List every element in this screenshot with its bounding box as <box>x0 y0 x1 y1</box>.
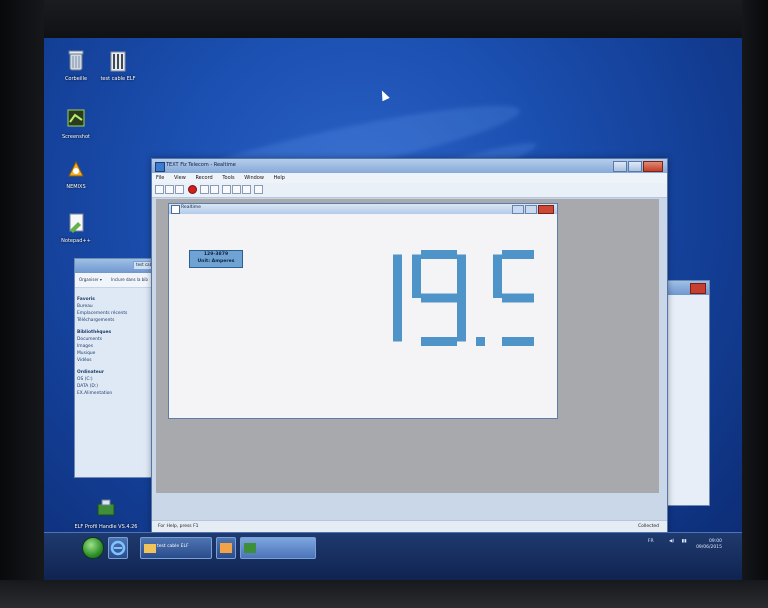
app-icon <box>244 543 256 553</box>
desktop-icon-notepad[interactable]: Notepad++ <box>44 210 108 244</box>
menu-file[interactable]: File <box>156 175 164 181</box>
taskbar-active-app-button[interactable] <box>240 537 316 559</box>
desktop-screen: Corbeille test cable ELF Screenshot NEMI… <box>44 38 742 580</box>
menu-help[interactable]: Help <box>274 175 285 181</box>
window-controls <box>613 161 663 172</box>
app-titlebar[interactable]: TEXT Fiz Telecom - Realtime <box>152 159 667 173</box>
digit-segment-b <box>393 254 402 298</box>
desktop-icon-test-cable-folder[interactable]: test cable ELF <box>86 48 150 82</box>
taskbar-ie-button[interactable] <box>108 537 128 559</box>
clock[interactable]: 09:00 09/06/2015 <box>696 539 722 551</box>
maximize-button[interactable] <box>525 205 537 214</box>
internet-explorer-icon <box>110 540 126 556</box>
digit-segment-g <box>421 293 457 303</box>
window-icon <box>171 205 180 214</box>
monitor-bezel-left <box>0 0 44 608</box>
minimize-button[interactable] <box>512 205 524 214</box>
app-icon <box>64 156 88 182</box>
new-file-icon[interactable] <box>155 185 164 194</box>
digit-segment-a <box>502 250 534 259</box>
realtime-titlebar[interactable]: Realtime <box>169 204 557 214</box>
digit-segment-a <box>421 250 457 259</box>
app-icon <box>94 496 118 522</box>
start-button[interactable] <box>82 537 104 559</box>
taskbar-app-button[interactable] <box>216 537 236 559</box>
channel-3-icon[interactable] <box>242 185 251 194</box>
menu-record[interactable]: Record <box>195 175 212 181</box>
channel-unit: Unit: Amperes <box>197 259 235 264</box>
include-in-library-button[interactable]: Inclure dans la bib <box>111 277 148 282</box>
taskbar: test cable ELF FR ◀) ▮▮ 09:00 09/06/2015 <box>44 532 742 580</box>
menu-window[interactable]: Window <box>244 175 264 181</box>
menu-bar: File View Record Tools Window Help <box>152 173 667 183</box>
folder-icon <box>106 48 130 74</box>
desktop-icon-nemixs[interactable]: NEMIXS <box>44 156 108 190</box>
digit-segment-d <box>421 337 457 346</box>
app-window[interactable]: TEXT Fiz Telecom - Realtime File View Re… <box>151 158 668 534</box>
realtime-title: Realtime <box>181 205 201 210</box>
menu-view[interactable]: View <box>174 175 186 181</box>
graph-icon[interactable] <box>254 185 263 194</box>
app-logo-icon <box>155 162 165 172</box>
app-toolbar <box>152 183 667 198</box>
monitor-bezel-bottom <box>0 580 768 608</box>
system-tray: FR ◀) ▮▮ 09:00 09/06/2015 <box>648 539 722 551</box>
channel-1-icon[interactable] <box>222 185 231 194</box>
digit-segment-c <box>457 298 466 342</box>
open-folder-icon[interactable] <box>165 185 174 194</box>
mdi-client-area: Realtime 129-3879 Unit: Amperes <box>156 199 659 493</box>
digit-segment-d <box>502 337 534 346</box>
close-button[interactable] <box>643 161 663 172</box>
save-icon[interactable] <box>175 185 184 194</box>
minimize-button[interactable] <box>613 161 627 172</box>
channel-id: 129-3879 <box>203 252 229 257</box>
digit-segment-g <box>502 293 534 303</box>
close-button[interactable] <box>538 205 554 214</box>
taskbar-explorer-button[interactable]: test cable ELF <box>140 537 212 559</box>
monitor-bezel-top <box>0 0 768 38</box>
menu-tools[interactable]: Tools <box>222 175 234 181</box>
window-controls <box>512 205 554 214</box>
channel-2-icon[interactable] <box>232 185 241 194</box>
mouse-pointer <box>378 88 390 102</box>
digit-segment-c <box>393 298 402 342</box>
notepad-icon <box>64 210 88 236</box>
clock-date: 09/06/2015 <box>696 545 722 550</box>
maximize-button[interactable] <box>628 161 642 172</box>
language-indicator[interactable]: FR <box>648 539 654 544</box>
organize-button[interactable]: Organiser ▾ <box>79 277 102 282</box>
recycle-bin-icon <box>64 48 88 74</box>
app-title: TEXT Fiz Telecom - Realtime <box>166 162 236 168</box>
desktop-icon-elf-profil[interactable]: ELF Profil Handle VS.4.26 <box>74 496 138 530</box>
app-icon <box>64 106 88 132</box>
network-icon[interactable]: ▮▮ <box>682 539 687 544</box>
stop-icon[interactable] <box>200 185 209 194</box>
record-icon[interactable] <box>188 185 197 194</box>
close-button[interactable] <box>690 283 706 294</box>
digit-segment-f <box>493 254 502 298</box>
settings-icon[interactable] <box>210 185 219 194</box>
desktop-icon-screenshot[interactable]: Screenshot <box>44 106 108 140</box>
realtime-window[interactable]: Realtime 129-3879 Unit: Amperes <box>168 203 558 419</box>
decimal-point <box>476 337 485 346</box>
digit-segment-b <box>457 254 466 298</box>
channel-badge[interactable]: 129-3879 Unit: Amperes <box>189 250 243 268</box>
digit-segment-f <box>412 254 421 298</box>
app-icon <box>220 543 232 553</box>
monitor-bezel-right <box>742 0 768 608</box>
volume-icon[interactable]: ◀) <box>669 539 674 544</box>
seven-segment-reading <box>393 250 534 346</box>
folder-icon <box>144 544 156 553</box>
